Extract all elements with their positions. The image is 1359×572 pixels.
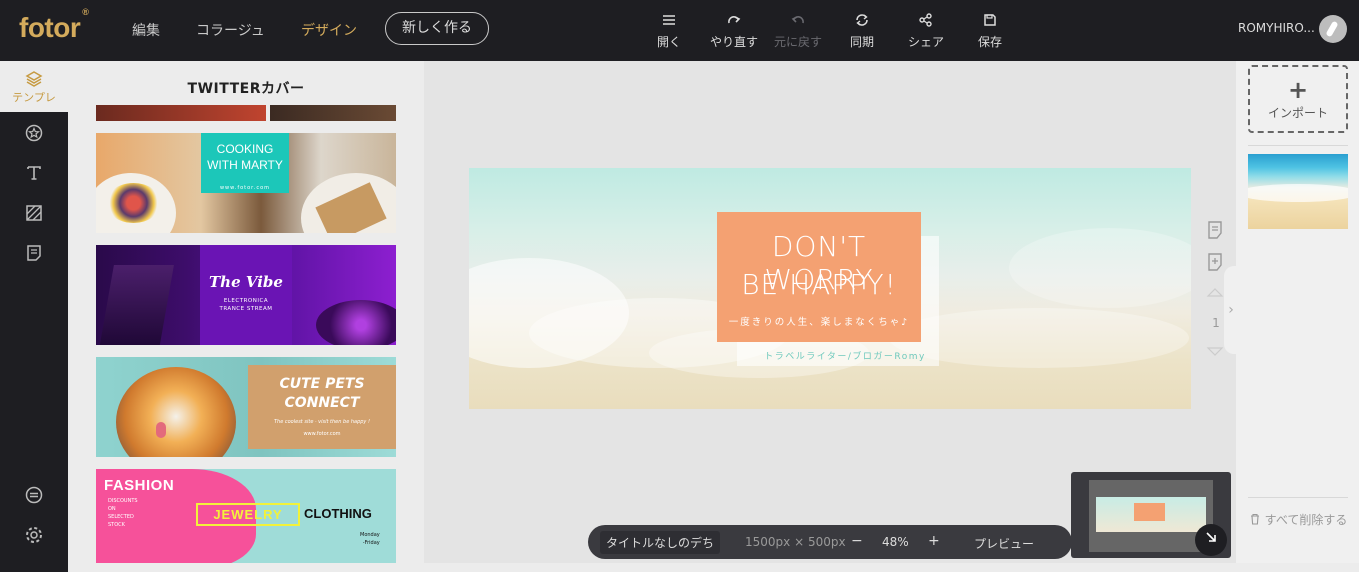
- template-card-partial[interactable]: [96, 105, 396, 121]
- nav-edit[interactable]: 編集: [132, 20, 160, 40]
- menu-icon: [639, 13, 699, 33]
- plus-icon: +: [1287, 76, 1309, 104]
- card-url: www.fotor.com: [303, 431, 341, 437]
- add-page-icon[interactable]: [1205, 252, 1227, 274]
- template-panel-title: TWITTERカバー: [187, 81, 305, 97]
- zoom-out-button[interactable]: −: [851, 533, 863, 549]
- byline[interactable]: トラベルライター/ブロガーRomy: [755, 349, 935, 362]
- rail-notes[interactable]: [0, 232, 68, 272]
- card-title: The Vibe: [209, 273, 283, 291]
- minimap-design: [1096, 497, 1206, 532]
- card-sub: DISCOUNTS ON SELECTED STOCK: [108, 498, 138, 528]
- template-card-pets[interactable]: CUTE PETS CONNECT The coolest site · vis…: [96, 357, 396, 457]
- layers-icon: [25, 70, 43, 88]
- nav-collage[interactable]: コラージュ: [196, 20, 265, 40]
- right-panel: + インポート すべて削除する: [1236, 61, 1359, 563]
- card-sub: ELECTRONICA TRANCE STREAM: [219, 298, 273, 312]
- template-panel: TWITTERカバー COOKING WITH MARTY www.fotor.…: [68, 61, 424, 563]
- card-mid: JEWELRY: [196, 503, 300, 526]
- rail-settings[interactable]: [0, 514, 68, 554]
- document-title[interactable]: タイトルなしのデち: [600, 531, 721, 554]
- avatar[interactable]: [1319, 15, 1347, 43]
- nav-design[interactable]: デザイン: [301, 20, 357, 40]
- star-circle-icon: [25, 124, 43, 142]
- rail-adjust[interactable]: [0, 474, 68, 514]
- card-right: CLOTHING: [304, 506, 372, 521]
- template-card-vibe[interactable]: The Vibe ELECTRONICA TRANCE STREAM: [96, 245, 396, 345]
- left-rail: テンプレ: [0, 61, 68, 572]
- divider: [1248, 497, 1348, 498]
- delete-all-button[interactable]: すべて削除する: [1248, 509, 1348, 531]
- rail-background[interactable]: [0, 192, 68, 232]
- canvas-size: 1500px × 500px: [745, 535, 846, 549]
- divider: [1248, 145, 1348, 146]
- card-title: CUTE PETS CONNECT: [279, 376, 365, 411]
- equalizer-icon: [25, 486, 43, 504]
- rail-stickers[interactable]: [0, 112, 68, 152]
- fotor-logo[interactable]: fotor®: [19, 7, 89, 44]
- bottom-strip: [68, 563, 1359, 572]
- sync-icon: [832, 13, 892, 33]
- page-note-icon[interactable]: [1205, 220, 1227, 242]
- minimap[interactable]: [1071, 472, 1231, 558]
- save-button[interactable]: 保存: [960, 13, 1020, 50]
- redo-icon: [704, 13, 764, 33]
- sync-button[interactable]: 同期: [832, 13, 892, 50]
- image-thumbnail[interactable]: [1248, 154, 1348, 229]
- headline-line2[interactable]: BE HAPPY!: [717, 268, 921, 301]
- share-button[interactable]: シェア: [896, 13, 956, 50]
- card-days: Monday -Friday: [360, 532, 380, 546]
- headline-box[interactable]: DON'T WORRY BE HAPPY! 一度きりの人生、楽しまなくちゃ♪: [717, 212, 921, 342]
- note-icon: [25, 244, 43, 262]
- rail-text[interactable]: [0, 152, 68, 192]
- open-button[interactable]: 開く: [639, 13, 699, 50]
- card-title: FASHION: [104, 477, 175, 494]
- zoom-in-button[interactable]: +: [928, 533, 940, 549]
- new-button[interactable]: 新しく作る: [385, 12, 489, 45]
- card-title: COOKING WITH MARTY: [207, 142, 283, 172]
- undo-icon: [768, 13, 828, 33]
- undo-button[interactable]: 元に戻す: [768, 13, 828, 50]
- top-bar: fotor® 編集 コラージュ デザイン 新しく作る 開く やり直す 元に戻す …: [0, 0, 1359, 61]
- expand-arrow-icon[interactable]: [1195, 524, 1227, 556]
- save-icon: [960, 13, 1020, 33]
- design-canvas[interactable]: DON'T WORRY BE HAPPY! 一度きりの人生、楽しまなくちゃ♪ ト…: [469, 168, 1191, 409]
- share-icon: [896, 13, 956, 33]
- rail-templates[interactable]: テンプレ: [0, 61, 68, 112]
- import-button[interactable]: + インポート: [1248, 65, 1348, 133]
- template-card-fashion[interactable]: FASHION DISCOUNTS ON SELECTED STOCK JEWE…: [96, 469, 396, 563]
- card-url: www.fotor.com: [219, 185, 271, 191]
- template-card-cooking[interactable]: COOKING WITH MARTY www.fotor.com: [96, 133, 396, 233]
- bottom-bar: タイトルなしのデち 1500px × 500px − 48% + プレビュー: [588, 525, 1072, 559]
- settings-icon: [25, 526, 43, 544]
- redo-button[interactable]: やり直す: [704, 13, 764, 50]
- text-icon: [25, 164, 43, 182]
- trash-icon: [1250, 513, 1259, 525]
- subtitle[interactable]: 一度きりの人生、楽しまなくちゃ♪: [717, 314, 921, 328]
- user-name[interactable]: ROMYHIRO...: [1238, 21, 1315, 35]
- pattern-icon: [25, 204, 43, 222]
- zoom-level[interactable]: 48%: [882, 535, 909, 549]
- preview-button[interactable]: プレビュー: [974, 535, 1034, 552]
- card-sub: The coolest site · visit then be happy !: [273, 419, 370, 425]
